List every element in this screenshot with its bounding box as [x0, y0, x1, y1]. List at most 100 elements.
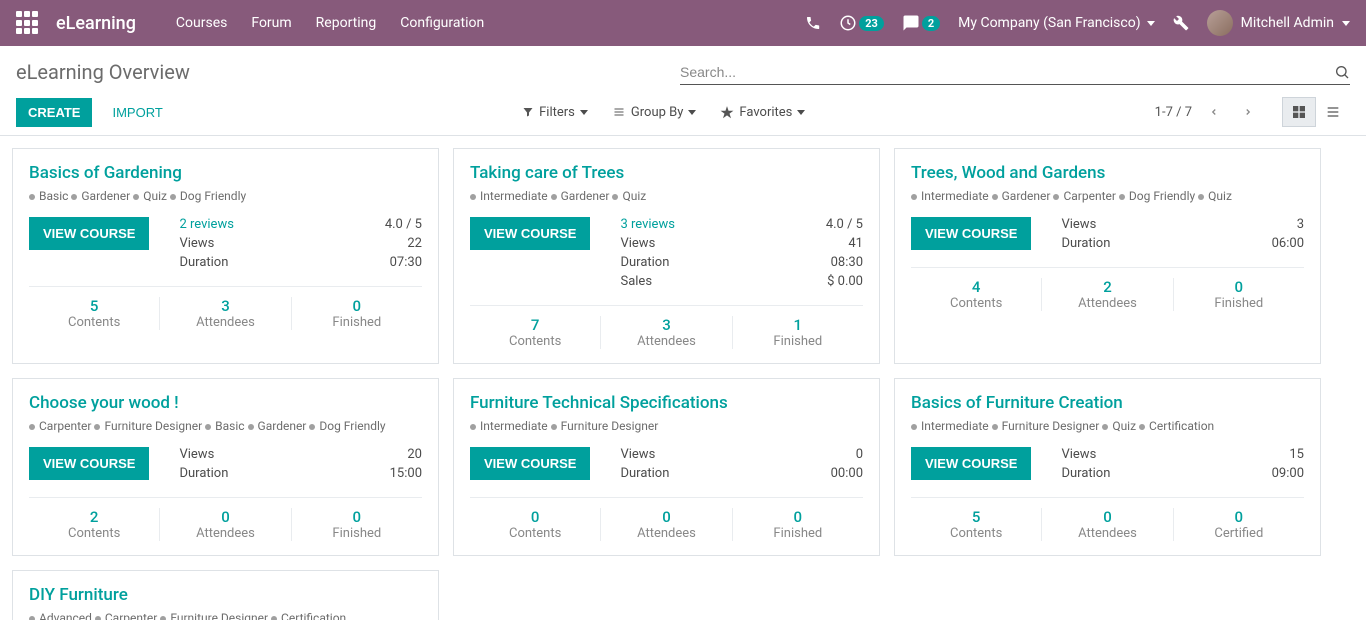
view-course-button[interactable]: VIEW COURSE — [470, 447, 590, 480]
card-footer: 5Contents0Attendees0Certified — [911, 497, 1304, 541]
nav-reporting[interactable]: Reporting — [316, 15, 377, 31]
card-tags: Carpenter Furniture Designer Basic Garde… — [29, 419, 422, 433]
footer-cell[interactable]: 1Finished — [733, 316, 863, 349]
pager-text: 1-7 / 7 — [1155, 105, 1192, 120]
search-input[interactable] — [680, 60, 1334, 84]
card-stats: Views3Duration06:00 — [1061, 217, 1304, 251]
kanban-icon — [1291, 104, 1307, 120]
footer-cell[interactable]: 0Finished — [733, 508, 863, 541]
import-button[interactable]: IMPORT — [102, 98, 172, 127]
filters-button[interactable]: Filters — [522, 105, 588, 120]
pager-prev[interactable] — [1202, 100, 1226, 124]
card-title[interactable]: Trees, Wood and Gardens — [911, 163, 1304, 183]
course-card: Trees, Wood and Gardens Intermediate Gard… — [894, 148, 1321, 364]
card-tags: Intermediate Gardener Carpenter Dog Frie… — [911, 189, 1304, 203]
nav-forum[interactable]: Forum — [251, 15, 291, 31]
chevron-down-icon — [797, 110, 805, 115]
card-stats: 2 reviews4.0 / 5Views22Duration07:30 — [179, 217, 422, 270]
apps-icon[interactable] — [16, 11, 40, 35]
list-icon — [612, 106, 626, 118]
activity-icon[interactable]: 23 — [839, 14, 884, 32]
favorites-button[interactable]: Favorites — [720, 105, 805, 120]
card-title[interactable]: Taking care of Trees — [470, 163, 863, 183]
search-icon[interactable] — [1334, 64, 1350, 80]
card-title[interactable]: Furniture Technical Specifications — [470, 393, 863, 413]
kanban-view-button[interactable] — [1282, 97, 1316, 127]
footer-cell[interactable]: 0Contents — [470, 508, 601, 541]
footer-cell[interactable]: 5Contents — [911, 508, 1042, 541]
view-course-button[interactable]: VIEW COURSE — [29, 217, 149, 250]
nav-courses[interactable]: Courses — [176, 15, 227, 31]
card-stats: Views0Duration00:00 — [620, 447, 863, 481]
avatar — [1207, 10, 1233, 36]
footer-cell[interactable]: 7Contents — [470, 316, 601, 349]
reviews-link[interactable]: 2 reviews — [179, 217, 233, 232]
card-tags: Advanced Carpenter Furniture Designer Ce… — [29, 611, 422, 620]
card-footer: 5Contents3Attendees0Finished — [29, 286, 422, 330]
card-footer: 4Contents2Attendees0Finished — [911, 267, 1304, 311]
card-stats: Views15Duration09:00 — [1061, 447, 1304, 481]
nav-configuration[interactable]: Configuration — [400, 15, 484, 31]
card-tags: Intermediate Furniture Designer — [470, 419, 863, 433]
user-name: Mitchell Admin — [1241, 15, 1334, 31]
search-wrap — [680, 60, 1350, 85]
course-card: Taking care of Trees Intermediate Gardene… — [453, 148, 880, 364]
card-footer: 2Contents0Attendees0Finished — [29, 497, 422, 541]
nav-menu: Courses Forum Reporting Configuration — [176, 15, 484, 31]
cards-container: Basics of Gardening Basic Gardener Quiz D… — [12, 148, 1354, 620]
card-tags: Intermediate Gardener Quiz — [470, 189, 863, 203]
activity-badge: 23 — [859, 16, 884, 31]
footer-cell[interactable]: 4Contents — [911, 278, 1042, 311]
content-area[interactable]: Basics of Gardening Basic Gardener Quiz D… — [0, 136, 1366, 620]
card-tags: Basic Gardener Quiz Dog Friendly — [29, 189, 422, 203]
debug-icon[interactable] — [1173, 15, 1189, 31]
view-course-button[interactable]: VIEW COURSE — [911, 217, 1031, 250]
footer-cell[interactable]: 0Attendees — [601, 508, 732, 541]
course-card: Basics of Furniture CreationIntermediate… — [894, 378, 1321, 556]
topbar: eLearning Courses Forum Reporting Config… — [0, 0, 1366, 46]
user-menu[interactable]: Mitchell Admin — [1207, 10, 1350, 36]
brand-label: eLearning — [56, 13, 136, 34]
footer-cell[interactable]: 2Attendees — [1042, 278, 1173, 311]
footer-cell[interactable]: 0Attendees — [1042, 508, 1173, 541]
card-title[interactable]: Choose your wood ! — [29, 393, 422, 413]
chevron-down-icon — [580, 110, 588, 115]
footer-cell[interactable]: 2Contents — [29, 508, 160, 541]
footer-cell[interactable]: 5Contents — [29, 297, 160, 330]
page-title: eLearning Overview — [16, 60, 190, 84]
footer-cell[interactable]: 3Attendees — [160, 297, 291, 330]
phone-icon[interactable] — [805, 15, 821, 31]
card-footer: 0Contents0Attendees0Finished — [470, 497, 863, 541]
view-course-button[interactable]: VIEW COURSE — [911, 447, 1031, 480]
company-name: My Company (San Francisco) — [958, 15, 1140, 31]
footer-cell[interactable]: 0Finished — [292, 297, 422, 330]
footer-cell[interactable]: 3Attendees — [601, 316, 732, 349]
pager-next[interactable] — [1236, 100, 1260, 124]
course-card: DIY Furniture Advanced Carpenter Furnitur… — [12, 570, 439, 620]
course-card: Furniture Technical Specifications Interm… — [453, 378, 880, 556]
control-panel: eLearning Overview CREATE IMPORT Filters… — [0, 46, 1366, 136]
reviews-link[interactable]: 3 reviews — [620, 217, 674, 232]
footer-cell[interactable]: 0Attendees — [160, 508, 291, 541]
company-selector[interactable]: My Company (San Francisco) — [958, 15, 1154, 31]
footer-cell[interactable]: 0Finished — [292, 508, 422, 541]
footer-cell[interactable]: 0Finished — [1174, 278, 1304, 311]
topbar-right: 23 2 My Company (San Francisco) Mitchell… — [805, 10, 1350, 36]
card-footer: 7Contents3Attendees1Finished — [470, 305, 863, 349]
groupby-button[interactable]: Group By — [612, 105, 697, 120]
view-course-button[interactable]: VIEW COURSE — [470, 217, 590, 250]
chevron-down-icon — [688, 110, 696, 115]
chevron-down-icon — [1342, 21, 1350, 26]
card-title[interactable]: Basics of Gardening — [29, 163, 422, 183]
course-card: Basics of Gardening Basic Gardener Quiz D… — [12, 148, 439, 364]
messages-icon[interactable]: 2 — [902, 14, 940, 32]
list-icon — [1325, 104, 1341, 120]
star-icon — [720, 105, 734, 119]
create-button[interactable]: CREATE — [16, 98, 92, 127]
footer-cell[interactable]: 0Certified — [1174, 508, 1304, 541]
list-view-button[interactable] — [1316, 97, 1350, 127]
view-course-button[interactable]: VIEW COURSE — [29, 447, 149, 480]
card-title[interactable]: DIY Furniture — [29, 585, 422, 605]
card-stats: Views20Duration15:00 — [179, 447, 422, 481]
card-title[interactable]: Basics of Furniture Creation — [911, 393, 1304, 413]
